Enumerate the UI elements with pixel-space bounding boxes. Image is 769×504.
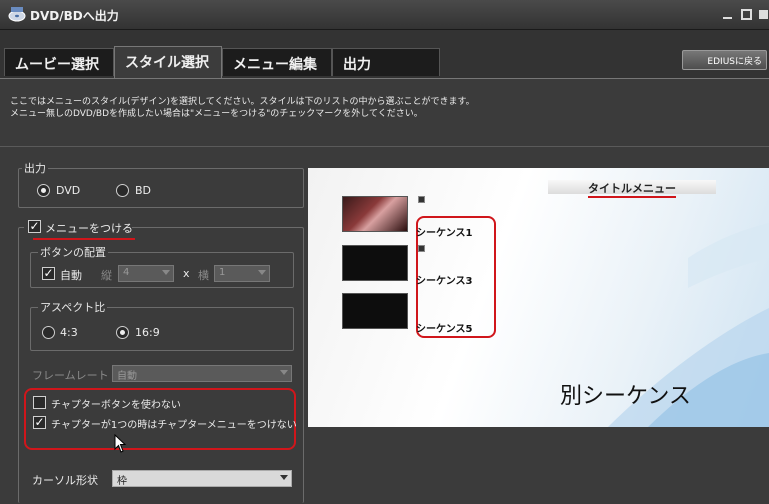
cursor-shape-label: カーソル形状: [32, 474, 98, 487]
radio-aspect-16-9[interactable]: [116, 326, 129, 339]
description-line: メニュー無しのDVD/BDを作成したい場合は"メニューをつける"のチェックマーク…: [10, 109, 423, 119]
radio-bd[interactable]: [116, 184, 129, 197]
output-group-label: 出力: [22, 160, 48, 176]
highlight-underline: [33, 238, 135, 240]
tab-movie-select[interactable]: ムービー選択: [4, 48, 114, 76]
radio-bd-label: BD: [135, 184, 152, 197]
return-to-edius-button[interactable]: EDIUSに戻る: [682, 50, 767, 70]
mouse-cursor-icon: [114, 434, 127, 453]
single-chapter-no-menu-label: チャプターが1つの時はチャプターメニューをつけない: [51, 420, 297, 431]
highlight-underline: [588, 196, 676, 198]
maximize-icon[interactable]: [741, 9, 752, 20]
aspect-ratio-label: アスペクト比: [38, 299, 108, 315]
frame-rate-value: 自動: [117, 371, 137, 382]
menu-checkbox-label: メニューをつける: [45, 222, 133, 235]
chapter-thumbnail: [342, 196, 408, 232]
horizontal-label: 横: [198, 269, 209, 282]
window-title: DVD/BDへ出力: [30, 9, 119, 23]
auto-layout-checkbox[interactable]: ✓: [42, 267, 55, 280]
minimize-icon[interactable]: [722, 9, 733, 20]
chevron-down-icon: [280, 475, 288, 480]
disc-icon: [8, 7, 26, 22]
single-chapter-no-menu-checkbox[interactable]: ✓: [33, 416, 46, 429]
chapter-marker-icon: [418, 196, 425, 203]
cursor-shape-value: 枠: [117, 476, 127, 487]
frame-rate-select[interactable]: 自動: [112, 365, 292, 382]
radio-aspect-4-3-label: 4:3: [60, 326, 78, 339]
tab-menu-edit[interactable]: メニュー編集: [222, 48, 332, 76]
divider: [0, 146, 769, 147]
chapter-thumbnail: [342, 293, 408, 329]
menu-preview: タイトルメニュー シーケンス1 シーケンス3 シーケンス5 別シーケンス: [308, 168, 769, 427]
vertical-count-select[interactable]: 4: [118, 265, 174, 282]
frame-rate-label: フレームレート: [32, 369, 109, 382]
radio-dvd-label: DVD: [56, 184, 81, 197]
menu-checkbox[interactable]: ✓: [28, 220, 41, 233]
close-icon[interactable]: [758, 9, 769, 20]
tab-style-select[interactable]: スタイル選択: [114, 46, 222, 78]
chapter-thumbnail: [342, 245, 408, 281]
horizontal-count-select[interactable]: 1: [214, 265, 270, 282]
chevron-down-icon: [280, 370, 288, 375]
preview-sequence-title: 別シーケンス: [560, 384, 691, 409]
preview-item-label: シーケンス1: [416, 228, 473, 239]
preview-item-label: シーケンス5: [416, 324, 473, 335]
tab-output[interactable]: 出力: [332, 48, 440, 76]
vertical-count-value: 4: [123, 267, 130, 278]
vertical-label: 縦: [101, 269, 112, 282]
chevron-down-icon: [162, 270, 170, 275]
chevron-down-icon: [258, 270, 266, 275]
radio-aspect-4-3[interactable]: [42, 326, 55, 339]
cursor-shape-select[interactable]: 枠: [112, 470, 292, 487]
no-chapter-button-checkbox[interactable]: [33, 396, 46, 409]
horizontal-count-value: 1: [219, 267, 226, 278]
radio-aspect-16-9-label: 16:9: [135, 326, 160, 339]
radio-dvd[interactable]: [37, 184, 50, 197]
button-layout-label: ボタンの配置: [38, 244, 108, 260]
auto-layout-label: 自動: [60, 269, 82, 282]
preview-title: タイトルメニュー: [588, 182, 676, 195]
times-label: x: [183, 267, 190, 280]
preview-item-label: シーケンス3: [416, 276, 473, 287]
no-chapter-button-label: チャプターボタンを使わない: [51, 400, 181, 411]
